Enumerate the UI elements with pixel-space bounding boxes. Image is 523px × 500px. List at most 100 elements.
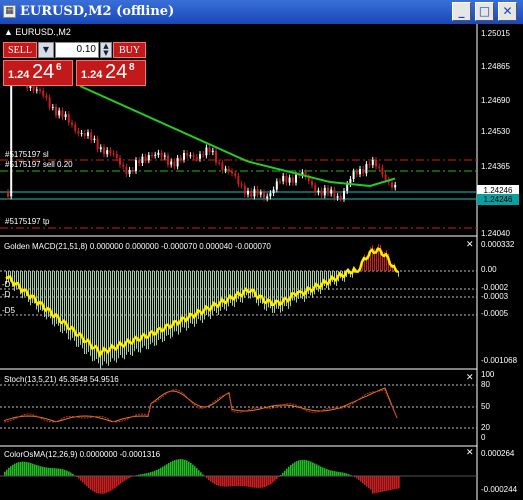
candle-body bbox=[125, 166, 128, 174]
osma-bar bbox=[194, 466, 196, 476]
close-icon[interactable]: ✕ bbox=[466, 240, 474, 250]
sell-price-box[interactable]: 1.24 24 6 bbox=[3, 60, 73, 86]
terminal-chart-window: ▦ EURUSD,M2 (offline) _ □ ✕ ▲ EURUSD.,M2… bbox=[0, 0, 523, 500]
osma-bar bbox=[324, 468, 326, 476]
osma-bar bbox=[66, 470, 68, 476]
osma-bar bbox=[38, 465, 40, 476]
osma-bar bbox=[220, 476, 222, 487]
candle-body bbox=[215, 150, 217, 163]
candle-body bbox=[51, 106, 54, 108]
osma-bar bbox=[92, 476, 94, 491]
stoch-main-line bbox=[3, 387, 398, 423]
osma-bar bbox=[254, 476, 256, 488]
lot-dropdown-button[interactable]: ▼ bbox=[38, 42, 54, 58]
osma-bar bbox=[398, 476, 400, 489]
candle-body bbox=[221, 162, 224, 171]
osma-bar bbox=[10, 466, 12, 476]
maximize-button[interactable]: □ bbox=[475, 2, 494, 21]
candle-body bbox=[394, 184, 397, 188]
buy-button[interactable]: BUY bbox=[113, 42, 146, 58]
candle-body bbox=[288, 177, 291, 183]
osma-bar bbox=[298, 460, 300, 476]
take-profit-label[interactable]: #5175197 tp bbox=[5, 217, 50, 226]
osma-bar bbox=[8, 467, 10, 476]
chart-area[interactable]: ▲ EURUSD.,M2 SELL ▼ 0.10 ▲ ▼ BUY 1.24 24 … bbox=[0, 24, 523, 500]
osma-bar bbox=[180, 459, 182, 476]
osma-bar bbox=[32, 463, 34, 476]
osma-bar bbox=[24, 461, 26, 476]
candle-body bbox=[263, 192, 265, 199]
lot-size-input[interactable]: 0.10 bbox=[55, 42, 99, 58]
minimize-button[interactable]: _ bbox=[452, 2, 471, 21]
close-icon[interactable]: ✕ bbox=[466, 448, 474, 458]
candle-body bbox=[77, 130, 80, 134]
sell-button[interactable]: SELL bbox=[3, 42, 37, 58]
osma-bar bbox=[258, 476, 260, 488]
candle-body bbox=[365, 164, 368, 174]
osma-bar bbox=[240, 476, 242, 486]
osma-bar bbox=[208, 476, 210, 481]
close-button[interactable]: ✕ bbox=[498, 2, 517, 21]
osma-bar bbox=[198, 470, 200, 476]
osma-bar bbox=[326, 469, 328, 476]
osma-bar bbox=[54, 468, 56, 476]
osma-bar bbox=[70, 472, 72, 476]
osma-bar bbox=[328, 469, 330, 476]
close-icon[interactable]: ✕ bbox=[466, 373, 474, 383]
osma-bar bbox=[168, 463, 170, 476]
lot-stepper[interactable]: ▲ ▼ bbox=[100, 42, 112, 58]
macd-bar bbox=[316, 271, 317, 291]
osma-bar bbox=[16, 462, 18, 476]
macd-bar bbox=[248, 271, 249, 299]
stoch-scale-label: 80 bbox=[481, 380, 490, 389]
osma-bar bbox=[358, 476, 360, 480]
sell-order-label[interactable]: #5175197 sell 0.20 bbox=[5, 160, 73, 169]
chart-canvas[interactable] bbox=[0, 24, 523, 500]
osma-bar bbox=[248, 476, 250, 487]
candle-body bbox=[234, 173, 237, 176]
candle-body bbox=[295, 174, 297, 183]
osma-bar bbox=[188, 461, 190, 476]
macd-bar bbox=[16, 271, 17, 290]
candle-body bbox=[144, 156, 147, 161]
osma-bar bbox=[90, 476, 92, 490]
macd-histogram bbox=[6, 244, 399, 369]
symbol-label: ▲ EURUSD.,M2 bbox=[4, 27, 71, 37]
stop-loss-label[interactable]: #5175197 sl bbox=[5, 150, 49, 159]
macd-bar bbox=[232, 271, 233, 306]
macd-bar bbox=[312, 271, 313, 298]
candle-body bbox=[253, 189, 256, 197]
macd-left-label: -D bbox=[2, 290, 11, 299]
osma-bar bbox=[284, 470, 286, 476]
candle-body bbox=[291, 177, 294, 183]
candle-body bbox=[227, 168, 230, 172]
osma-bar bbox=[296, 461, 298, 476]
osma-bar bbox=[228, 476, 230, 487]
osma-bar bbox=[160, 467, 162, 476]
osma-bar bbox=[58, 468, 60, 476]
candle-body bbox=[208, 147, 211, 153]
buy-price-box[interactable]: 1.24 24 8 bbox=[76, 60, 146, 86]
candle-body bbox=[55, 106, 57, 116]
candle-body bbox=[368, 164, 371, 166]
candle-body bbox=[87, 132, 89, 136]
candle-body bbox=[352, 171, 355, 180]
osma-bar bbox=[28, 462, 30, 476]
candle-body bbox=[250, 190, 253, 197]
candle-body bbox=[247, 190, 249, 195]
macd-bar bbox=[30, 271, 31, 306]
macd-bar bbox=[32, 271, 33, 304]
stoch-scale-label: 0 bbox=[481, 433, 486, 442]
candle-body bbox=[359, 168, 361, 175]
osma-bar bbox=[18, 462, 20, 476]
osma-bar bbox=[390, 476, 392, 490]
macd-bar bbox=[280, 271, 281, 313]
osma-bar bbox=[162, 466, 164, 476]
macd-bar bbox=[264, 271, 265, 310]
candle-body bbox=[35, 89, 38, 91]
osma-bar bbox=[330, 470, 332, 476]
macd-bar bbox=[260, 271, 261, 303]
osma-bar bbox=[44, 467, 46, 476]
candle-body bbox=[186, 153, 189, 156]
title-bar[interactable]: ▦ EURUSD,M2 (offline) _ □ ✕ bbox=[0, 0, 523, 24]
